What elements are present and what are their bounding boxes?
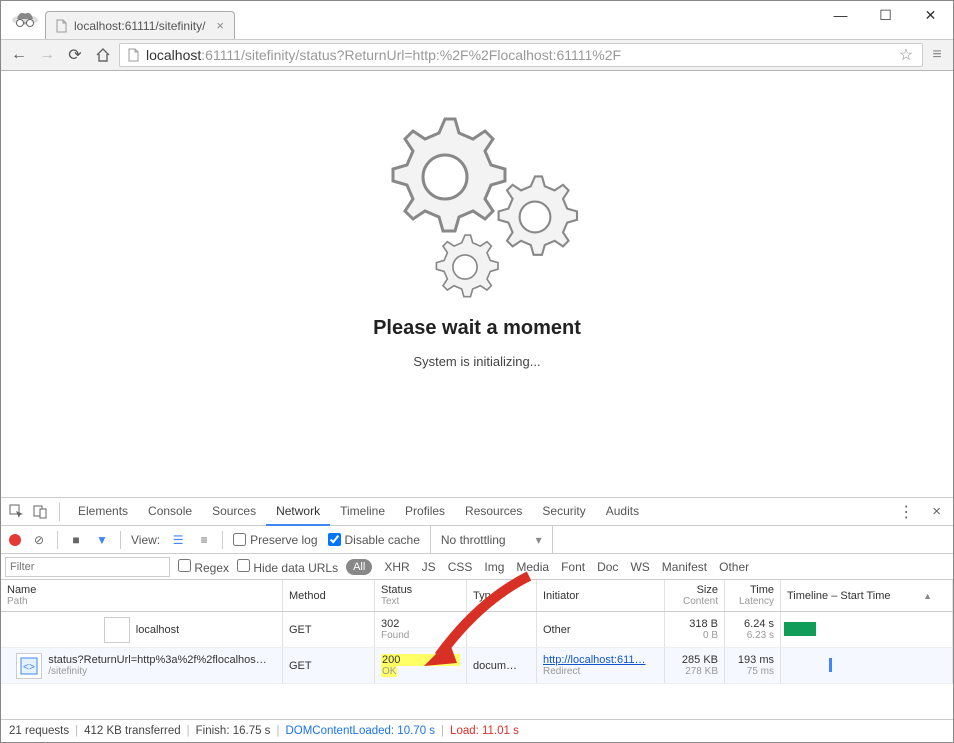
filter-type-ws[interactable]: WS	[630, 560, 649, 574]
incognito-icon	[11, 9, 39, 29]
browser-tab[interactable]: localhost:61111/sitefinity/ ×	[45, 11, 235, 39]
back-button[interactable]: ←	[7, 43, 31, 67]
home-button[interactable]	[91, 43, 115, 67]
bookmark-star-icon[interactable]: ☆	[896, 45, 916, 65]
window-controls: — ☐ ✕	[818, 1, 953, 29]
status-finish: Finish: 16.75 s	[196, 725, 271, 737]
capture-screenshot-icon[interactable]: ■	[68, 532, 84, 548]
network-toolbar: ⊘ ■ ▼ View: ☰ ≡ Preserve log Disable cac…	[1, 526, 953, 554]
page-content: Please wait a moment System is initializ…	[1, 71, 953, 497]
devtools-tab-security[interactable]: Security	[532, 498, 595, 526]
device-mode-icon[interactable]	[29, 501, 51, 523]
disable-cache-checkbox[interactable]: Disable cache	[328, 533, 420, 547]
devtools-tab-network[interactable]: Network	[266, 498, 330, 526]
tab-title: localhost:61111/sitefinity/	[74, 19, 205, 33]
hide-data-urls-checkbox[interactable]: Hide data URLs	[237, 559, 338, 575]
devtools-tab-sources[interactable]: Sources	[202, 498, 266, 526]
url-favicon-icon	[126, 48, 140, 62]
chrome-menu-icon[interactable]: ≡	[927, 45, 947, 65]
filter-type-all[interactable]: All	[346, 559, 372, 575]
large-rows-icon[interactable]: ☰	[170, 532, 186, 548]
reload-button[interactable]: ⟳	[63, 43, 87, 67]
filter-type-font[interactable]: Font	[561, 560, 585, 574]
network-table: NamePath Method StatusText Type Initiato…	[1, 580, 953, 719]
resource-icon	[104, 617, 130, 643]
network-filterbar: Regex Hide data URLs All XHR JS CSS Img Media…	[1, 554, 953, 580]
filter-type-js[interactable]: JS	[422, 560, 436, 574]
filter-type-img[interactable]: Img	[484, 560, 504, 574]
table-row[interactable]: <>status?ReturnUrl=http%3a%2f%2flocalhos…	[1, 648, 953, 684]
devtools-tab-resources[interactable]: Resources	[455, 498, 532, 526]
url-host: localhost	[146, 47, 201, 63]
devtools-tab-console[interactable]: Console	[138, 498, 202, 526]
gears-illustration	[357, 99, 597, 299]
filter-type-css[interactable]: CSS	[448, 560, 473, 574]
devtools-tabbar: ElementsConsoleSourcesNetworkTimelinePro…	[1, 498, 953, 526]
regex-checkbox[interactable]: Regex	[178, 559, 229, 575]
url-path: :61111/sitefinity/status?ReturnUrl=http:…	[201, 47, 621, 63]
page-subtitle: System is initializing...	[413, 354, 540, 369]
close-button[interactable]: ✕	[908, 1, 953, 29]
devtools-close-icon[interactable]: ×	[924, 503, 949, 520]
status-requests: 21 requests	[9, 725, 69, 737]
table-row[interactable]: localhostGET302FoundOther318 B0 B6.24 s6…	[1, 612, 953, 648]
filter-type-media[interactable]: Media	[516, 560, 549, 574]
devtools-more-icon[interactable]: ⋮	[890, 502, 922, 522]
maximize-button[interactable]: ☐	[863, 1, 908, 29]
filter-icon[interactable]: ▼	[94, 532, 110, 548]
filter-type-xhr[interactable]: XHR	[384, 560, 409, 574]
address-bar[interactable]: localhost:61111/sitefinity/status?Return…	[119, 43, 923, 67]
status-dcl: DOMContentLoaded: 10.70 s	[285, 725, 435, 737]
network-table-header[interactable]: NamePath Method StatusText Type Initiato…	[1, 580, 953, 612]
view-label: View:	[131, 533, 160, 547]
tab-close-icon[interactable]: ×	[214, 18, 226, 33]
devtools-tab-elements[interactable]: Elements	[68, 498, 138, 526]
filter-input[interactable]	[5, 557, 170, 577]
filter-type-other[interactable]: Other	[719, 560, 749, 574]
devtools-panel: ElementsConsoleSourcesNetworkTimelinePro…	[1, 497, 953, 741]
devtools-tab-timeline[interactable]: Timeline	[330, 498, 395, 526]
status-transferred: 412 KB transferred	[84, 725, 181, 737]
small-rows-icon[interactable]: ≡	[196, 532, 212, 548]
forward-button[interactable]: →	[35, 43, 59, 67]
devtools-tab-profiles[interactable]: Profiles	[395, 498, 455, 526]
status-load: Load: 11.01 s	[450, 725, 519, 737]
filter-type-doc[interactable]: Doc	[597, 560, 618, 574]
window-titlebar: localhost:61111/sitefinity/ × — ☐ ✕	[1, 1, 953, 39]
resource-icon: <>	[16, 653, 42, 679]
minimize-button[interactable]: —	[818, 1, 863, 29]
record-button[interactable]	[9, 534, 21, 546]
clear-icon[interactable]: ⊘	[31, 532, 47, 548]
page-title: Please wait a moment	[373, 317, 581, 340]
preserve-log-checkbox[interactable]: Preserve log	[233, 533, 317, 547]
page-favicon-icon	[54, 19, 68, 33]
inspect-element-icon[interactable]	[5, 501, 27, 523]
network-statusbar: 21 requests | 412 KB transferred | Finis…	[1, 719, 953, 741]
url-toolbar: ← → ⟳ localhost:61111/sitefinity/status?…	[1, 39, 953, 71]
sort-indicator-icon: ▲	[923, 591, 932, 601]
devtools-tab-audits[interactable]: Audits	[596, 498, 649, 526]
svg-text:<>: <>	[23, 662, 35, 673]
throttling-select[interactable]: No throttling▾	[430, 526, 553, 553]
filter-type-manifest[interactable]: Manifest	[662, 560, 707, 574]
